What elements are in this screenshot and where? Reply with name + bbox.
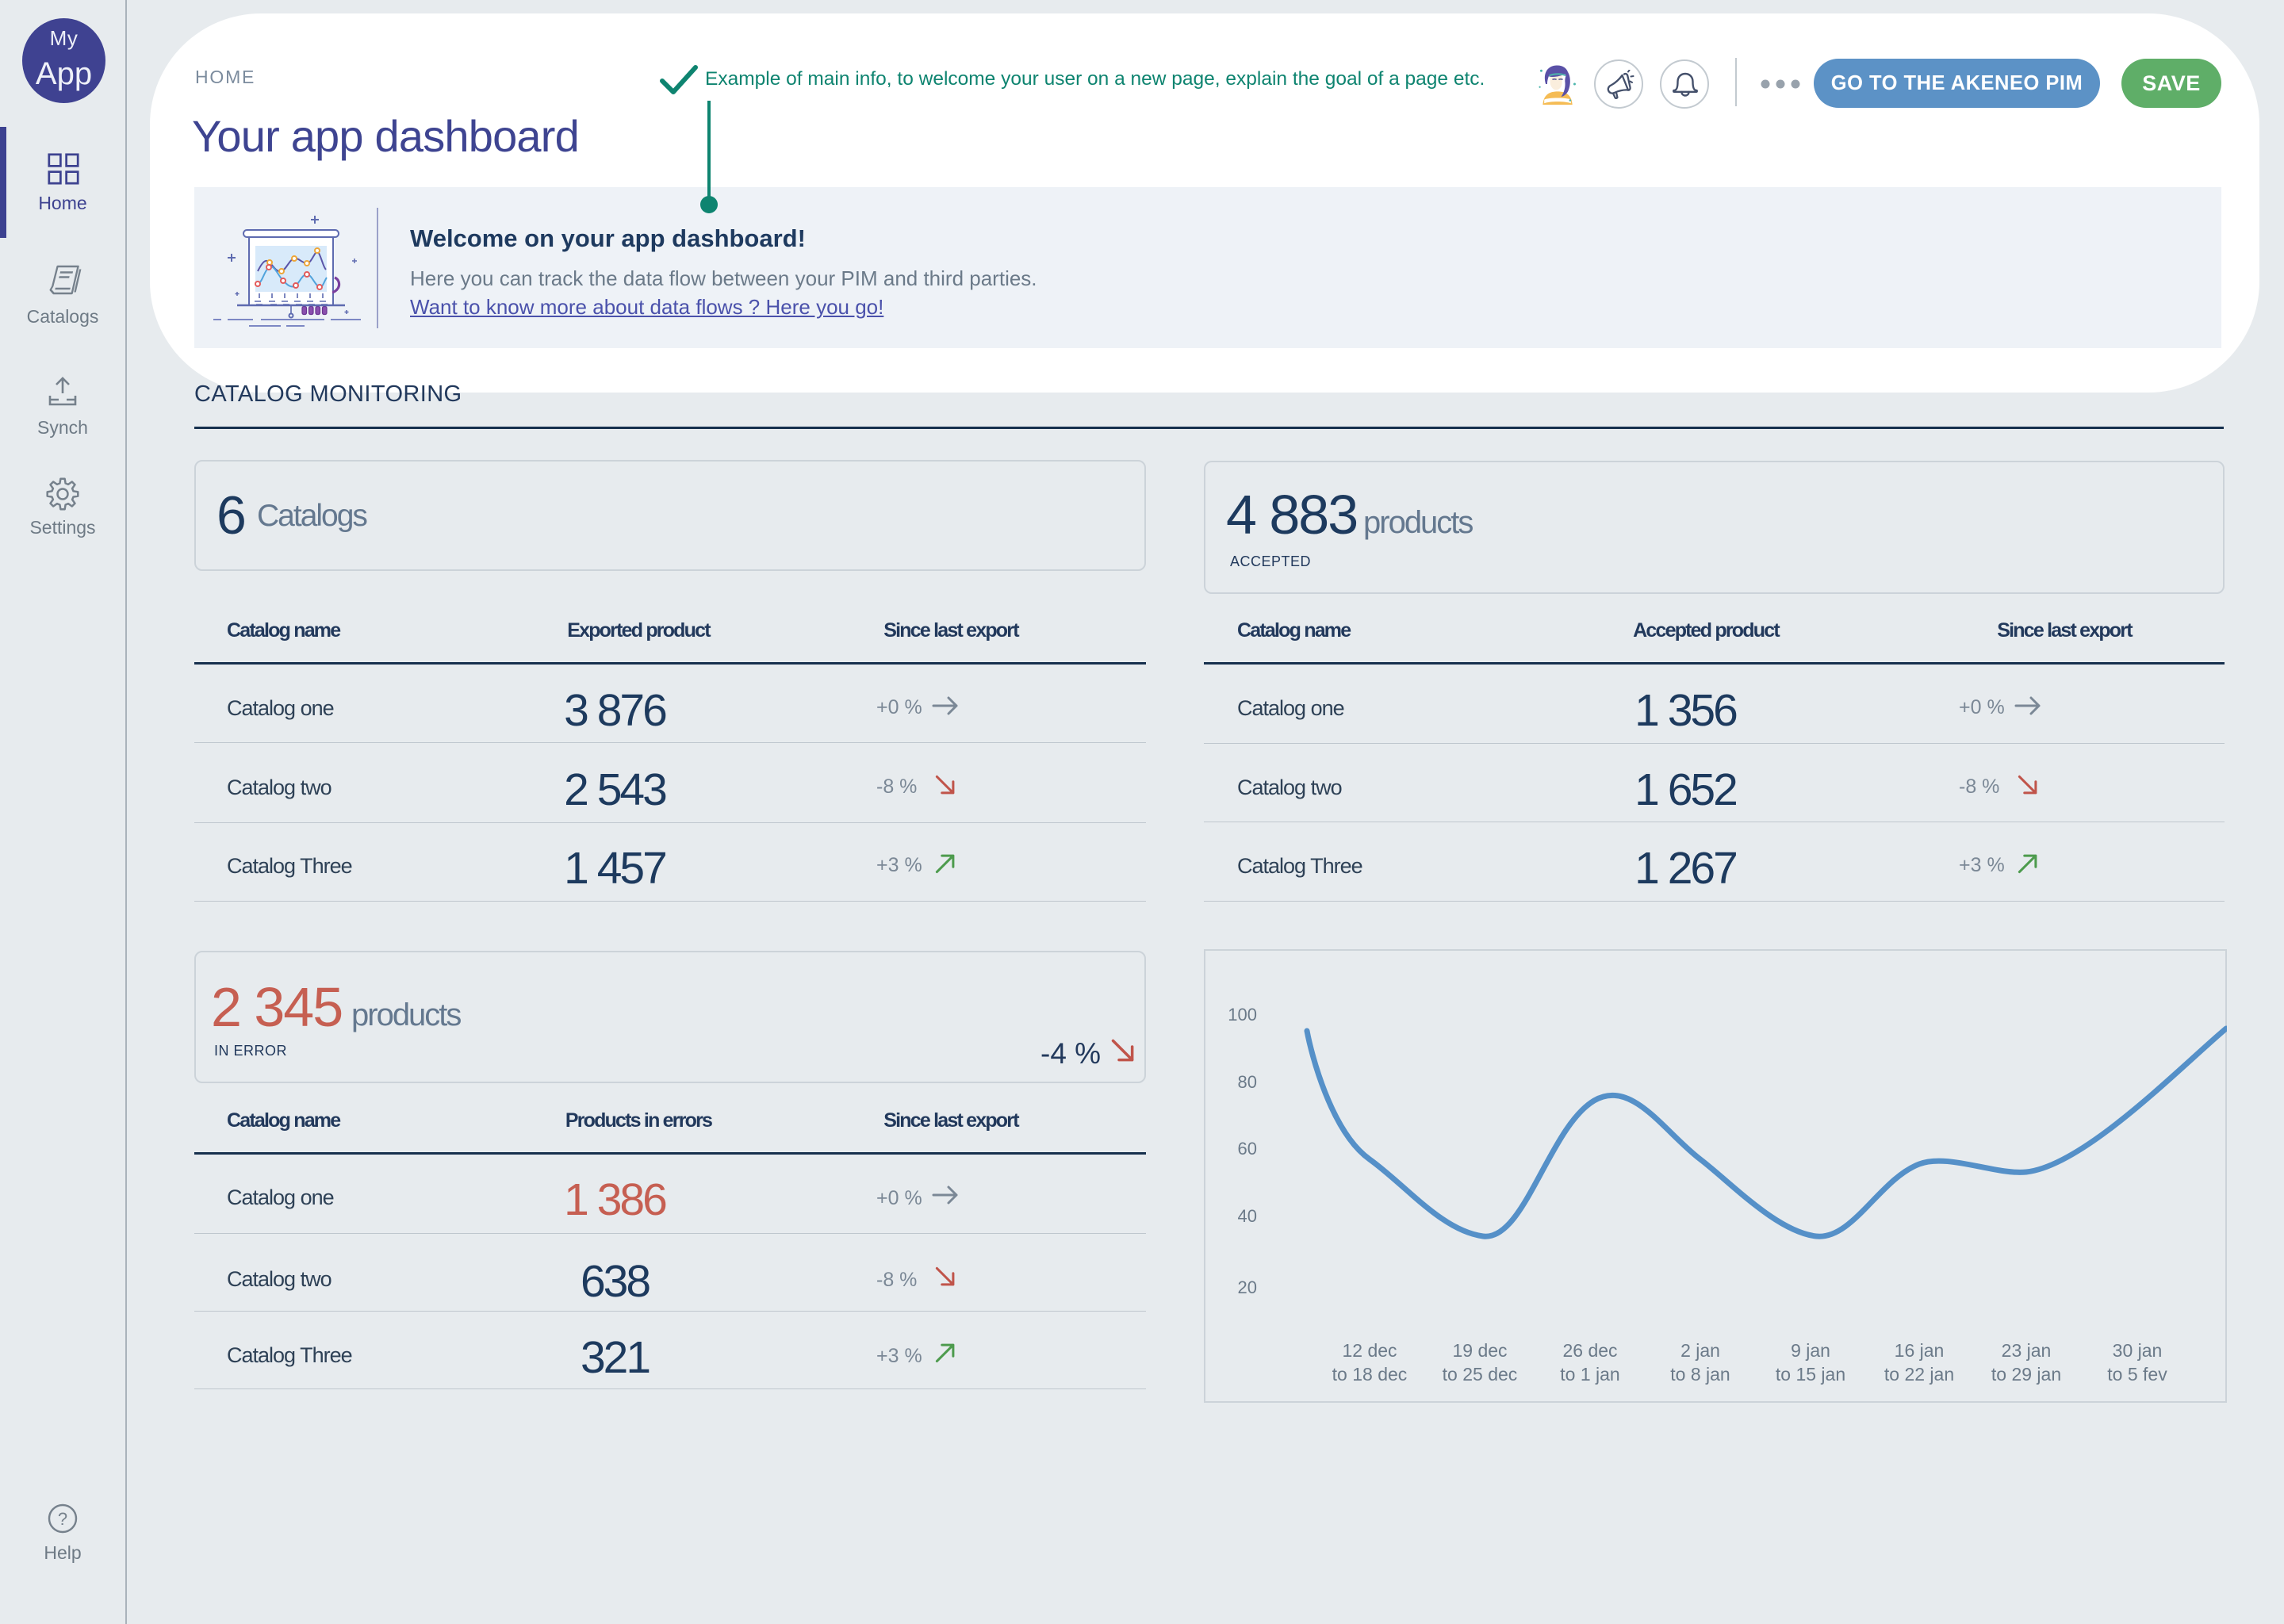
svg-text:?: ?	[58, 1509, 67, 1529]
